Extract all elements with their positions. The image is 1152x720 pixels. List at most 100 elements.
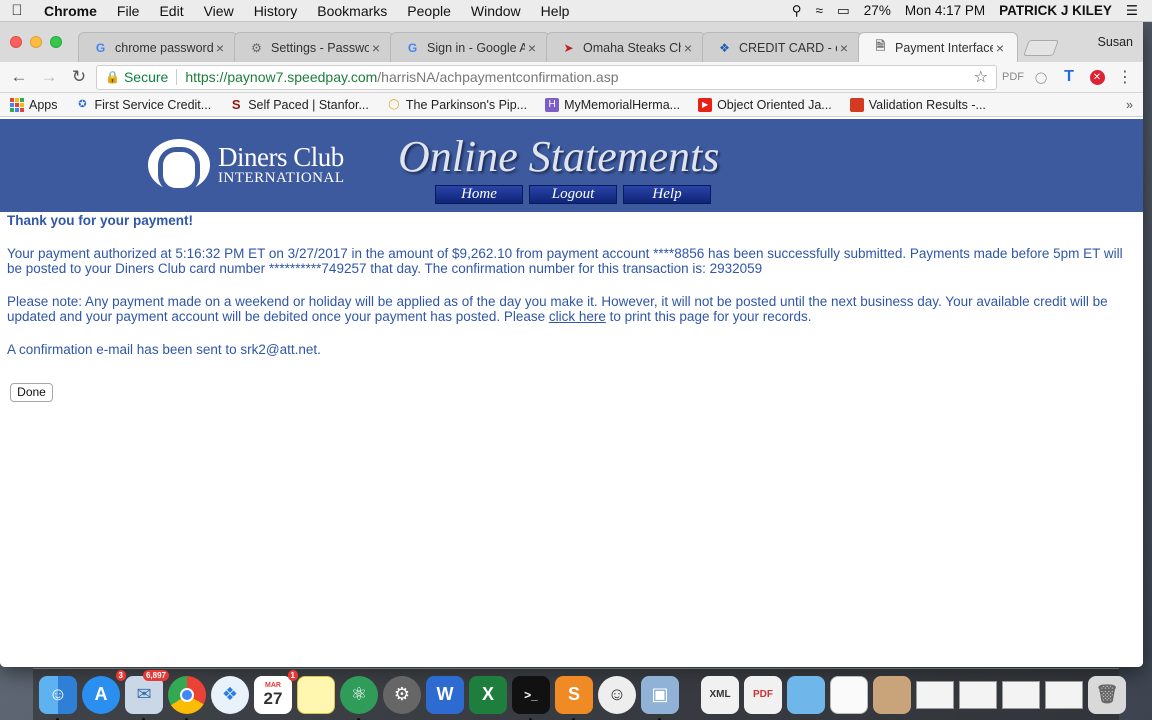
lock-icon[interactable]: 🔒 xyxy=(105,70,120,84)
xml-file-icon[interactable]: XML xyxy=(701,675,739,714)
apple-menu-icon[interactable]:  xyxy=(0,2,34,19)
gear-icon: ⚙ xyxy=(251,40,262,55)
minimized-window-thumbnail[interactable] xyxy=(959,680,997,709)
preview-icon[interactable]: ▣ xyxy=(641,675,679,720)
pdf-extension-icon[interactable]: PDF xyxy=(1001,65,1025,89)
menu-bookmarks[interactable]: Bookmarks xyxy=(307,3,397,19)
word-icon[interactable]: W xyxy=(426,675,464,714)
tab-title: Sign in - Google Accounts xyxy=(427,40,525,55)
clock[interactable]: Mon 4:17 PM xyxy=(905,3,985,18)
menu-edit[interactable]: Edit xyxy=(149,3,193,19)
t-extension-icon[interactable]: T xyxy=(1057,65,1081,89)
url-host[interactable]: https://paynow7.speedpay.com xyxy=(185,69,377,85)
airplay-icon[interactable]: ▭ xyxy=(837,3,850,19)
bookmark-validation-results[interactable]: Validation Results -... xyxy=(849,97,986,112)
battery-percent[interactable]: 27% xyxy=(864,3,891,18)
tab-title: Settings - Passwords xyxy=(271,40,369,55)
close-tab-icon[interactable]: × xyxy=(837,40,851,56)
bookmark-object-oriented[interactable]: ▶ Object Oriented Ja... xyxy=(698,97,832,112)
close-tab-icon[interactable]: × xyxy=(681,40,695,56)
app-store-icon[interactable]: A3 xyxy=(82,669,126,714)
tab-omaha-steaks[interactable]: ➤ Omaha Steaks Checkout × xyxy=(546,32,706,62)
tab-settings-passwords[interactable]: ⚙ Settings - Passwords × xyxy=(234,32,394,62)
trash-icon[interactable]: 🗑 xyxy=(1088,675,1126,714)
print-page-link[interactable]: click here xyxy=(549,309,606,324)
menu-window[interactable]: Window xyxy=(461,3,531,19)
bookmark-apps[interactable]: Apps xyxy=(10,97,58,112)
stanford-icon: S xyxy=(231,97,241,112)
menu-bar:  Chrome File Edit View History Bookmark… xyxy=(0,0,1152,22)
chrome-menu-icon[interactable]: ⋮ xyxy=(1113,65,1137,89)
close-tab-icon[interactable]: × xyxy=(525,40,539,56)
minimize-window-button[interactable] xyxy=(30,36,42,48)
menu-app-name[interactable]: Chrome xyxy=(34,3,107,19)
web-page: Diners Club INTERNATIONAL Online Stateme… xyxy=(0,119,1143,667)
nav-home-button[interactable]: Home xyxy=(435,185,523,204)
mail-icon[interactable]: ✉ 6,897 xyxy=(125,669,169,720)
bookmark-self-paced-stanford[interactable]: S Self Paced | Stanfor... xyxy=(229,97,369,112)
extension-circle-icon[interactable]: ◯ xyxy=(1029,65,1053,89)
new-tab-button[interactable] xyxy=(1023,40,1059,56)
minimized-window-thumbnail[interactable] xyxy=(916,680,954,709)
dock: ☺ A3 ✉ 6,897 ❖ MAR 27 1 ⚛ ⚙ W X >_ S ☺ ▣ XM… xyxy=(33,668,1126,720)
notes-icon[interactable] xyxy=(297,675,335,714)
close-tab-icon[interactable]: × xyxy=(369,40,383,56)
secure-label[interactable]: Secure xyxy=(124,69,168,85)
url-path[interactable]: /harrisNA/achpaymentconfirmation.asp xyxy=(377,69,618,85)
bookmark-parkinsons-pipeline[interactable]: ◯ The Parkinson's Pip... xyxy=(387,98,527,112)
reload-icon[interactable]: ↻ xyxy=(66,65,92,89)
calendar-icon[interactable]: MAR 27 1 xyxy=(254,669,298,714)
bookmarks-overflow-icon[interactable]: » xyxy=(1126,98,1133,112)
downloads-folder-icon[interactable] xyxy=(787,675,825,714)
person-icon: ✪ xyxy=(78,99,87,110)
pdf-file-icon[interactable]: PDF xyxy=(744,675,782,714)
tab-credit-card-chase[interactable]: ❖ CREDIT CARD - chase × xyxy=(702,32,862,62)
search-icon[interactable]: ⚲ xyxy=(792,3,802,19)
back-icon[interactable]: ← xyxy=(6,65,32,89)
bookmark-star-icon[interactable]: ☆ xyxy=(974,67,988,87)
tab-sign-in-google[interactable]: G Sign in - Google Accounts × xyxy=(390,32,550,62)
minimized-window-thumbnail[interactable] xyxy=(1002,680,1040,709)
nav-help-button[interactable]: Help xyxy=(623,185,711,204)
close-tab-icon[interactable]: × xyxy=(213,40,227,56)
address-bar[interactable]: 🔒 Secure https://paynow7.speedpay.com /h… xyxy=(96,64,997,90)
tab-title: chrome passwords xyxy=(115,40,213,55)
tab-chrome-passwords[interactable]: G chrome passwords × xyxy=(78,32,238,62)
system-preferences-icon[interactable]: ⚙ xyxy=(383,675,421,714)
menu-file[interactable]: File xyxy=(107,3,150,19)
minimized-window-thumbnail[interactable] xyxy=(1045,680,1083,709)
profile-button[interactable]: Susan xyxy=(1098,35,1133,49)
thank-you-heading: Thank you for your payment! xyxy=(7,213,194,228)
tab-payment-interface[interactable]: 🗎 Payment Interface × xyxy=(858,32,1018,62)
done-button[interactable]: Done xyxy=(10,383,53,402)
atom-icon[interactable]: ⚛ xyxy=(340,675,378,720)
bookmark-first-service-credit[interactable]: ✪ First Service Credit... xyxy=(76,98,211,112)
excel-icon[interactable]: X xyxy=(469,675,507,714)
payment-details-text: Your payment authorized at 5:16:32 PM ET… xyxy=(7,246,1123,276)
page-icon: 🗎 xyxy=(875,39,886,53)
bookmark-mymemorialhermann[interactable]: H MyMemorialHerma... xyxy=(545,97,680,112)
close-tab-icon[interactable]: × xyxy=(993,40,1007,56)
block-extension-icon[interactable]: ✕ xyxy=(1085,65,1109,89)
forward-icon[interactable]: → xyxy=(36,65,62,89)
menu-view[interactable]: View xyxy=(194,3,244,19)
menu-history[interactable]: History xyxy=(244,3,308,19)
nav-logout-button[interactable]: Logout xyxy=(529,185,617,204)
terminal-icon[interactable]: >_ xyxy=(512,675,550,720)
logo-line1: Diners Club xyxy=(218,141,344,172)
user-name[interactable]: PATRICK J KILEY xyxy=(999,3,1112,18)
photo-thumbnail-icon[interactable] xyxy=(873,675,911,714)
emoji-app-icon[interactable]: ☺ xyxy=(598,675,636,714)
close-window-button[interactable] xyxy=(10,36,22,48)
notification-center-icon[interactable]: ☰ xyxy=(1126,3,1138,19)
menu-help[interactable]: Help xyxy=(531,3,580,19)
menu-people[interactable]: People xyxy=(397,3,461,19)
zoom-window-button[interactable] xyxy=(50,36,62,48)
chrome-icon[interactable] xyxy=(168,675,206,720)
document-icon[interactable] xyxy=(830,675,868,714)
wifi-icon[interactable]: ≈ xyxy=(816,3,823,18)
safari-icon[interactable]: ❖ xyxy=(211,675,249,714)
diners-club-logo[interactable]: Diners Club INTERNATIONAL xyxy=(148,139,344,193)
finder-icon[interactable]: ☺ xyxy=(39,675,77,720)
sublime-text-icon[interactable]: S xyxy=(555,675,593,720)
